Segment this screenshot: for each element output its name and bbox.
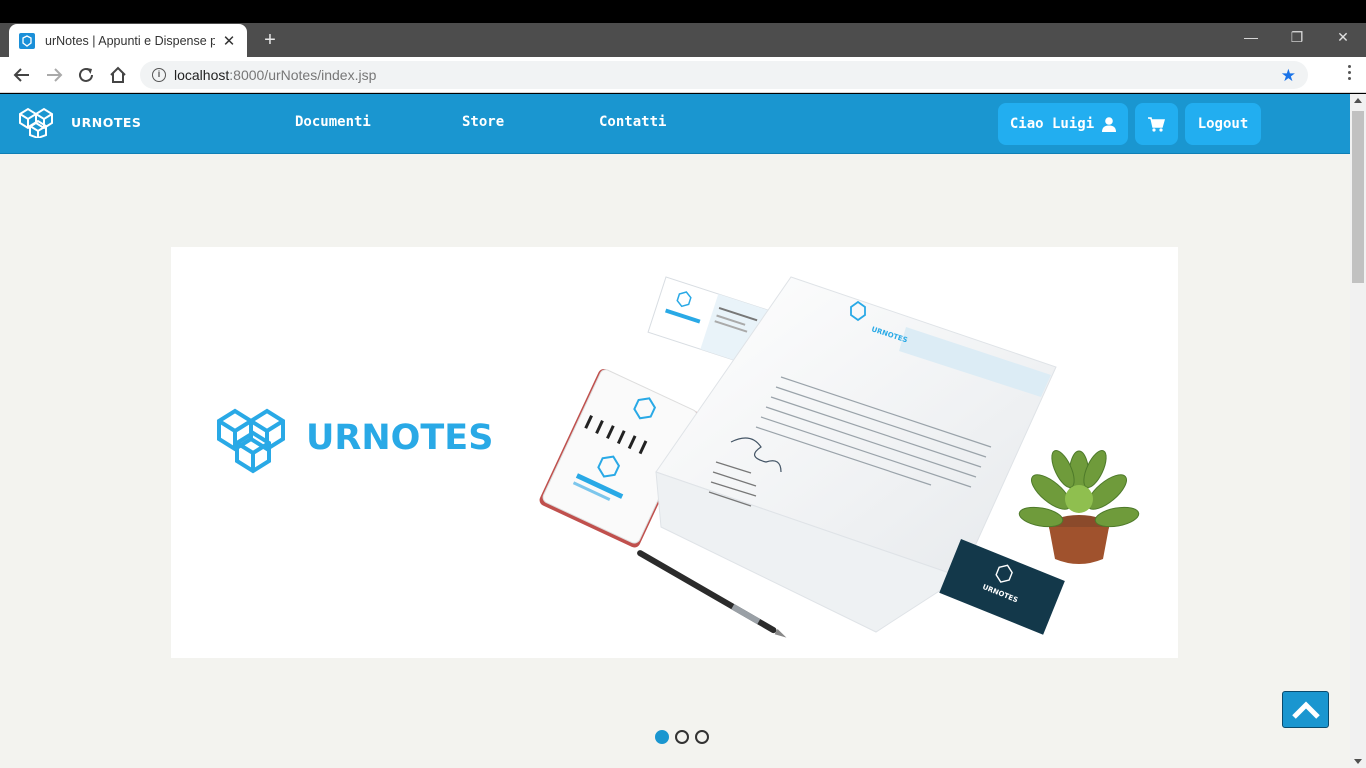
restore-button[interactable]: ❐ [1274,23,1320,53]
browser-tab[interactable]: urNotes | Appunti e Dispense pe ✕ [9,24,247,57]
carousel-dot-2[interactable] [675,730,689,744]
info-icon[interactable]: i [152,68,166,82]
tab-title: urNotes | Appunti e Dispense pe [45,33,215,48]
back-to-top-button[interactable] [1282,691,1329,728]
scroll-thumb[interactable] [1352,111,1364,283]
star-icon[interactable]: ★ [1281,66,1296,86]
carousel-slide[interactable]: URNOTES URNOTES URNOTES [171,247,1178,658]
home-button[interactable] [106,63,130,87]
tab-bar: urNotes | Appunti e Dispense pe ✕ + — ❐ … [0,23,1366,57]
forward-button[interactable] [42,63,66,87]
site-navbar: URNOTES Documenti Store Contatti Ciao Lu… [0,94,1350,154]
brand-name: URNOTES [71,114,142,130]
user-icon [1102,116,1117,132]
scroll-up-icon[interactable] [1354,98,1362,103]
nav-documenti[interactable]: Documenti [295,114,371,130]
greeting-label: Ciao Luigi [1009,116,1095,132]
url-text[interactable]: localhost:8000/urNotes/index.jsp [174,67,376,83]
window-top-strip [0,0,1366,23]
nav-contatti[interactable]: Contatti [599,114,666,130]
scroll-down-icon[interactable] [1354,759,1362,764]
omnibox[interactable]: i localhost:8000/urNotes/index.jsp ★ [140,61,1308,89]
chevron-up-icon [1291,700,1320,719]
forward-arrow-icon [47,68,63,82]
hero-image: URNOTES URNOTES URNOTES [217,276,1140,638]
cart-icon [1148,116,1165,132]
carousel-dot-3[interactable] [695,730,709,744]
brand-logo[interactable]: URNOTES [18,106,141,138]
minimize-button[interactable]: — [1228,23,1274,53]
new-tab-button[interactable]: + [259,29,281,51]
address-toolbar: i localhost:8000/urNotes/index.jsp ★ [0,57,1366,93]
close-window-button[interactable]: ✕ [1320,23,1366,53]
browser-menu-icon[interactable] [1348,65,1352,83]
reload-icon [79,67,93,82]
user-greeting-button[interactable]: Ciao Luigi [998,103,1128,145]
home-icon [110,66,126,83]
cubes-logo-icon [19,107,53,138]
page-scrollbar[interactable] [1350,94,1366,768]
back-arrow-icon [13,68,29,82]
reload-button[interactable] [74,63,98,87]
nav-store[interactable]: Store [462,114,504,130]
page-viewport: URNOTES Documenti Store Contatti Ciao Lu… [0,94,1350,768]
logout-button[interactable]: Logout [1185,103,1261,145]
back-button[interactable] [10,63,34,87]
hero-logo-text: URNOTES [306,418,493,458]
carousel-dot-1[interactable] [655,730,669,744]
carousel-indicators [655,730,709,744]
favicon-icon [19,32,35,49]
cart-button[interactable] [1135,103,1178,145]
tab-close-icon[interactable]: ✕ [221,32,237,50]
